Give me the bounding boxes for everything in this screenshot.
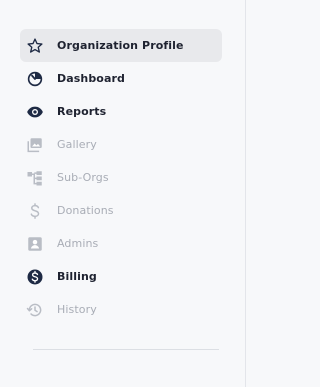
- sidebar-item-label: Donations: [57, 204, 114, 217]
- star-icon: [26, 37, 44, 55]
- sidebar-item-organization-profile[interactable]: Organization Profile: [20, 29, 222, 62]
- sidebar-item-admins[interactable]: Admins: [20, 227, 222, 260]
- sidebar-item-reports[interactable]: Reports: [20, 95, 222, 128]
- gallery-icon: [26, 136, 44, 154]
- sidebar-item-billing[interactable]: Billing: [20, 260, 222, 293]
- sidebar-item-label: Gallery: [57, 138, 97, 151]
- sidebar-item-label: History: [57, 303, 97, 316]
- sidebar-item-dashboard[interactable]: Dashboard: [20, 62, 222, 95]
- sidebar-item-history[interactable]: History: [20, 293, 222, 326]
- admin-badge-icon: [26, 235, 44, 253]
- sidebar-item-label: Sub-Orgs: [57, 171, 109, 184]
- sidebar-nav: Organization Profile Dashboard Reports G…: [20, 29, 222, 326]
- sidebar-item-donations[interactable]: Donations: [20, 194, 222, 227]
- dashboard-icon: [26, 70, 44, 88]
- history-icon: [26, 301, 44, 319]
- sidebar-item-label: Admins: [57, 237, 99, 250]
- sidebar-item-sub-orgs[interactable]: Sub-Orgs: [20, 161, 222, 194]
- sidebar-item-gallery[interactable]: Gallery: [20, 128, 222, 161]
- eye-icon: [26, 103, 44, 121]
- sidebar-divider: [33, 349, 219, 350]
- sidebar-item-label: Reports: [57, 105, 107, 118]
- dollar-icon: [26, 202, 44, 220]
- org-tree-icon: [26, 169, 44, 187]
- sidebar-item-label: Organization Profile: [57, 39, 184, 52]
- sidebar-item-label: Dashboard: [57, 72, 125, 85]
- billing-dollar-circle-icon: [26, 268, 44, 286]
- sidebar-item-label: Billing: [57, 270, 97, 283]
- sidebar: Organization Profile Dashboard Reports G…: [0, 0, 246, 387]
